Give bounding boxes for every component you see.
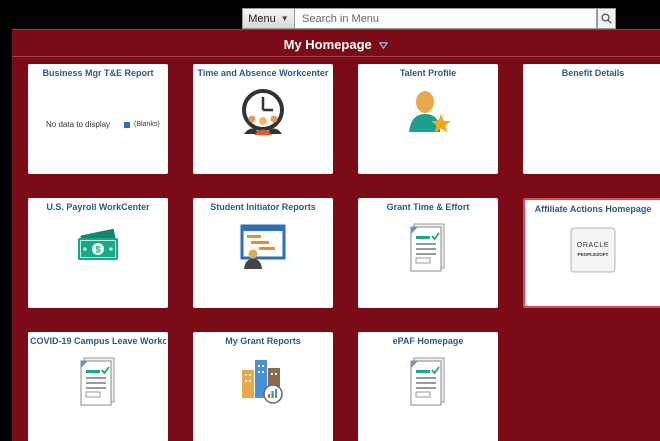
- tile-title: Benefit Details: [561, 68, 625, 78]
- logo-peoplesoft-text: PEOPLESOFT: [578, 252, 609, 257]
- tile-title: Student Initiator Reports: [210, 202, 316, 212]
- tile-title: COVID-19 Campus Leave Workctr: [30, 336, 166, 346]
- legend-label: (Blanks): [134, 121, 160, 128]
- oracle-peoplesoft-logo: ORACLE PEOPLESOFT: [570, 227, 616, 273]
- divider: [12, 56, 660, 57]
- search-button[interactable]: [597, 8, 616, 29]
- top-search-bar: Menu ▼: [12, 0, 660, 29]
- presentation-board-icon: [240, 224, 286, 269]
- logo-oracle-text: ORACLE: [577, 242, 609, 249]
- tile-affiliate-actions-homepage[interactable]: Affiliate Actions Homepage ORACLE PEOPLE…: [523, 198, 660, 308]
- tile-benefit-details[interactable]: Benefit Details: [523, 64, 660, 174]
- tile-title: Affiliate Actions Homepage: [534, 204, 652, 214]
- tile-epaf-homepage[interactable]: ePAF Homepage: [358, 332, 498, 441]
- tile-title: My Grant Reports: [225, 336, 301, 346]
- money-icon: $: [78, 228, 118, 260]
- tile-title: Business Mgr T&E Report: [42, 68, 154, 78]
- no-data-message: No data to display: [46, 120, 111, 129]
- chevron-down-icon: [379, 42, 389, 50]
- person-star-icon: [409, 91, 451, 133]
- tile-us-payroll-workcenter[interactable]: U.S. Payroll WorkCenter $: [28, 198, 168, 308]
- tile-covid19-campus-leave-workctr[interactable]: COVID-19 Campus Leave Workctr: [28, 332, 168, 441]
- caret-down-icon: ▼: [280, 14, 289, 23]
- svg-text:$: $: [95, 245, 100, 255]
- tile-my-grant-reports[interactable]: My Grant Reports: [193, 332, 333, 441]
- tile-title: ePAF Homepage: [392, 336, 464, 346]
- homepage-title[interactable]: My Homepage: [12, 37, 660, 52]
- tile-title: Grant Time & Effort: [386, 202, 470, 212]
- clock-people-icon: [242, 89, 284, 135]
- checklist-document-icon: [410, 223, 445, 272]
- chart-legend: (Blanks): [124, 121, 160, 128]
- search-input[interactable]: [295, 8, 597, 29]
- tile-business-mgr-te-report[interactable]: Business Mgr T&E Report No data to displ…: [28, 64, 168, 174]
- tile-student-initiator-reports[interactable]: Student Initiator Reports: [193, 198, 333, 308]
- homepage-title-label: My Homepage: [283, 37, 372, 52]
- tile-time-and-absence-workcenter[interactable]: Time and Absence Workcenter: [193, 64, 333, 174]
- tile-title: Talent Profile: [399, 68, 457, 78]
- tile-title: Time and Absence Workcenter: [197, 68, 329, 78]
- tile-talent-profile[interactable]: Talent Profile: [358, 64, 498, 174]
- buildings-chart-icon: [242, 360, 283, 404]
- menu-button[interactable]: Menu ▼: [242, 8, 295, 29]
- app-window: Menu ▼ My Homepage Business Mgr T&E Repo…: [12, 0, 660, 441]
- legend-swatch: [124, 121, 130, 128]
- tile-grant-time-and-effort[interactable]: Grant Time & Effort: [358, 198, 498, 308]
- checklist-document-icon: [80, 357, 115, 406]
- tile-title: U.S. Payroll WorkCenter: [46, 202, 150, 212]
- checklist-document-icon: [410, 357, 445, 406]
- menu-button-label: Menu: [248, 12, 276, 25]
- search-icon: [601, 13, 612, 24]
